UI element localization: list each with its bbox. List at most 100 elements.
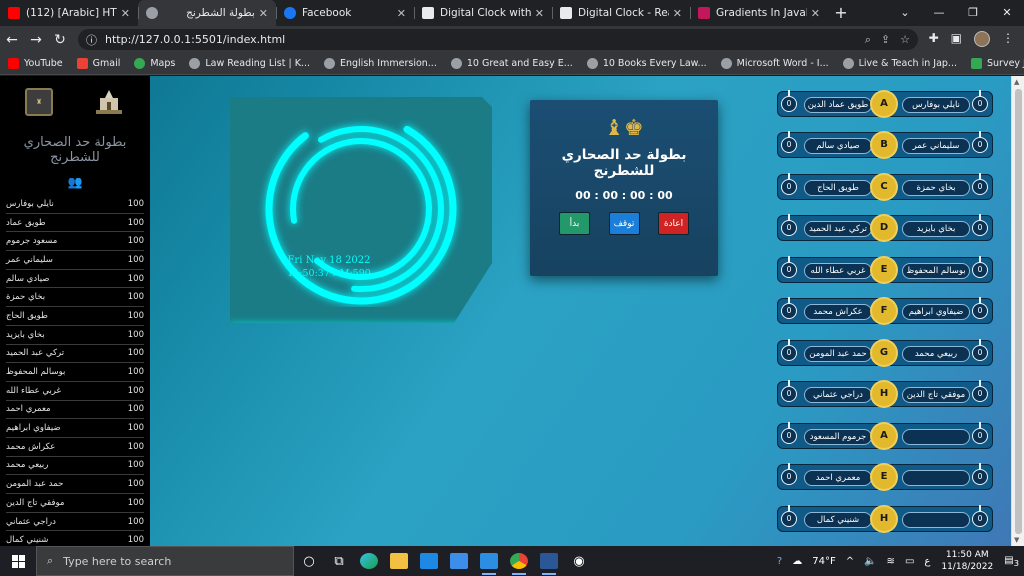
- right-slot[interactable]: ربيعي محمد 0: [883, 339, 993, 366]
- mosque-logo: [96, 89, 122, 114]
- left-slot[interactable]: 0 شنيني كمال: [777, 505, 887, 532]
- start-button[interactable]: بدأ: [559, 212, 590, 235]
- right-slot[interactable]: بوسالم المحفوظ 0: [883, 256, 993, 283]
- right-slot[interactable]: 0: [883, 422, 993, 449]
- close-icon[interactable]: ✕: [259, 7, 268, 20]
- tab-digital-clock-react[interactable]: Digital Clock - React✕: [552, 0, 690, 26]
- scroll-up-icon[interactable]: ▲: [1014, 78, 1019, 86]
- tab-facebook[interactable]: Facebook ✕: [276, 0, 414, 26]
- start-button[interactable]: [0, 554, 36, 568]
- new-tab-button[interactable]: +: [828, 0, 854, 26]
- bookmark-english-immersion[interactable]: English Immersion...: [323, 58, 437, 69]
- left-slot[interactable]: 0 عكراش محمد: [777, 297, 887, 324]
- tab-youtube[interactable]: (112) [Arabic] HTML &✕: [0, 0, 138, 26]
- close-icon[interactable]: ✕: [673, 7, 682, 20]
- clock-date: Fri Nov 18 2022: [287, 255, 371, 266]
- obs-icon[interactable]: ◉: [564, 546, 594, 576]
- match-letter: D: [872, 216, 896, 240]
- reset-button[interactable]: اعادة: [658, 212, 689, 235]
- url-text[interactable]: http://127.0.0.1:5501/index.html: [105, 33, 855, 46]
- bookmark-gmail[interactable]: Gmail: [76, 58, 120, 69]
- battery-icon[interactable]: ▭: [905, 556, 914, 567]
- left-slot[interactable]: 0 دراجي عثماني: [777, 380, 887, 407]
- close-icon[interactable]: ✕: [121, 7, 130, 20]
- edge-icon[interactable]: [354, 546, 384, 576]
- bookmark-maps[interactable]: Maps: [134, 58, 175, 69]
- left-slot[interactable]: 0 معمري احمد: [777, 463, 887, 490]
- right-slot[interactable]: بخاي حمزة 0: [883, 173, 993, 200]
- tab-search-icon[interactable]: ⌄: [888, 0, 922, 26]
- left-slot[interactable]: 0 حمد عبد المومن: [777, 339, 887, 366]
- store-icon[interactable]: [414, 546, 444, 576]
- reload-icon[interactable]: ↻: [48, 32, 72, 48]
- file-explorer-icon[interactable]: [384, 546, 414, 576]
- word-icon[interactable]: [534, 546, 564, 576]
- right-slot[interactable]: سليماني عمر 0: [883, 131, 993, 158]
- right-slot[interactable]: ضيفاوي ابراهيم 0: [883, 297, 993, 324]
- back-icon[interactable]: ←: [0, 32, 24, 48]
- scroll-thumb[interactable]: [1015, 89, 1022, 534]
- extensions-icon[interactable]: ✚: [929, 31, 939, 47]
- bookmark-10-books[interactable]: 10 Books Every Law...: [586, 58, 707, 69]
- chevron-up-icon[interactable]: ^: [846, 556, 854, 567]
- restore-button[interactable]: ❐: [956, 0, 990, 26]
- right-slot[interactable]: نايلي بوفارس 0: [883, 90, 993, 117]
- left-slot[interactable]: 0 جرموم المسعود: [777, 422, 887, 449]
- right-slot[interactable]: موفقي تاج الدين 0: [883, 380, 993, 407]
- stop-button[interactable]: توقف: [608, 212, 640, 235]
- right-slot[interactable]: 0: [883, 463, 993, 490]
- close-icon[interactable]: ✕: [397, 7, 406, 20]
- volume-icon[interactable]: 🔈: [864, 556, 876, 567]
- tab-chess-tournament[interactable]: بطولة الشطرنج ✕: [138, 0, 276, 26]
- page-scrollbar[interactable]: ▲ ▼: [1011, 76, 1024, 546]
- star-icon[interactable]: ☆: [900, 33, 910, 46]
- left-player: دراجي عثماني: [804, 387, 872, 403]
- wifi-icon[interactable]: ≋: [887, 556, 895, 567]
- chess-pieces-icon: ♝♚: [604, 116, 644, 141]
- bookmark-10-great[interactable]: 10 Great and Easy E...: [450, 58, 573, 69]
- right-slot[interactable]: بخاي بايزيد 0: [883, 214, 993, 241]
- zoom-icon[interactable]: ⌕: [865, 33, 871, 47]
- right-slot[interactable]: 0: [883, 505, 993, 532]
- task-view-icon[interactable]: ⧉: [324, 546, 354, 576]
- weather-icon[interactable]: ☁: [792, 556, 802, 567]
- language-indicator[interactable]: ع: [924, 556, 930, 567]
- scroll-down-icon[interactable]: ▼: [1014, 536, 1019, 544]
- url-field[interactable]: ⓘ http://127.0.0.1:5501/index.html ⌕ ⇪ ☆: [78, 29, 918, 50]
- notification-icon[interactable]: ▤3: [1004, 555, 1019, 568]
- tab-digital-clock[interactable]: Digital Clock with ana✕: [414, 0, 552, 26]
- profile-avatar[interactable]: [974, 31, 990, 47]
- bookmark-survey-junkie[interactable]: Survey Junkie: [970, 58, 1024, 69]
- vscode-icon[interactable]: [474, 546, 504, 576]
- close-icon[interactable]: ✕: [535, 7, 544, 20]
- bookmark-law-reading[interactable]: Law Reading List | K...: [189, 58, 310, 69]
- match-letter: A: [872, 92, 896, 116]
- taskbar-search[interactable]: ⌕ Type here to search: [36, 546, 294, 576]
- sidepanel-icon[interactable]: ▣: [951, 31, 962, 47]
- weather-temp[interactable]: 74°F: [812, 556, 835, 567]
- tab-gradients-javafx[interactable]: Gradients In JavaFX | e✕: [690, 0, 828, 26]
- mail-icon[interactable]: [444, 546, 474, 576]
- bookmark-live-teach[interactable]: Live & Teach in Jap...: [842, 58, 957, 69]
- bookmark-youtube[interactable]: YouTube: [8, 58, 63, 69]
- left-slot[interactable]: 0 غربي عطاء الله: [777, 256, 887, 283]
- left-slot[interactable]: 0 طويق عماد الدين: [777, 90, 887, 117]
- left-slot[interactable]: 0 طويق الحاج: [777, 173, 887, 200]
- menu-icon[interactable]: ⋮: [1002, 31, 1014, 47]
- player-row: حمد عبد المومن 100: [6, 475, 144, 494]
- forward-icon[interactable]: →: [24, 32, 48, 48]
- help-icon[interactable]: ?: [777, 556, 782, 567]
- taskbar-clock[interactable]: 11:50 AM 11/18/2022: [941, 549, 993, 573]
- left-slot[interactable]: 0 صيادي سالم: [777, 131, 887, 158]
- right-player: ربيعي محمد: [902, 346, 970, 362]
- minimize-button[interactable]: —: [922, 0, 956, 26]
- cortana-icon[interactable]: ○: [294, 546, 324, 576]
- player-row: سليماني عمر 100: [6, 251, 144, 270]
- close-icon[interactable]: ✕: [811, 7, 820, 20]
- left-slot[interactable]: 0 تركي عبد الحميد: [777, 214, 887, 241]
- close-window-button[interactable]: ✕: [990, 0, 1024, 26]
- share-icon[interactable]: ⇪: [881, 33, 890, 46]
- chrome-icon[interactable]: [504, 546, 534, 576]
- bookmark-microsoft-word[interactable]: Microsoft Word - I...: [720, 58, 829, 69]
- info-icon[interactable]: ⓘ: [86, 32, 97, 48]
